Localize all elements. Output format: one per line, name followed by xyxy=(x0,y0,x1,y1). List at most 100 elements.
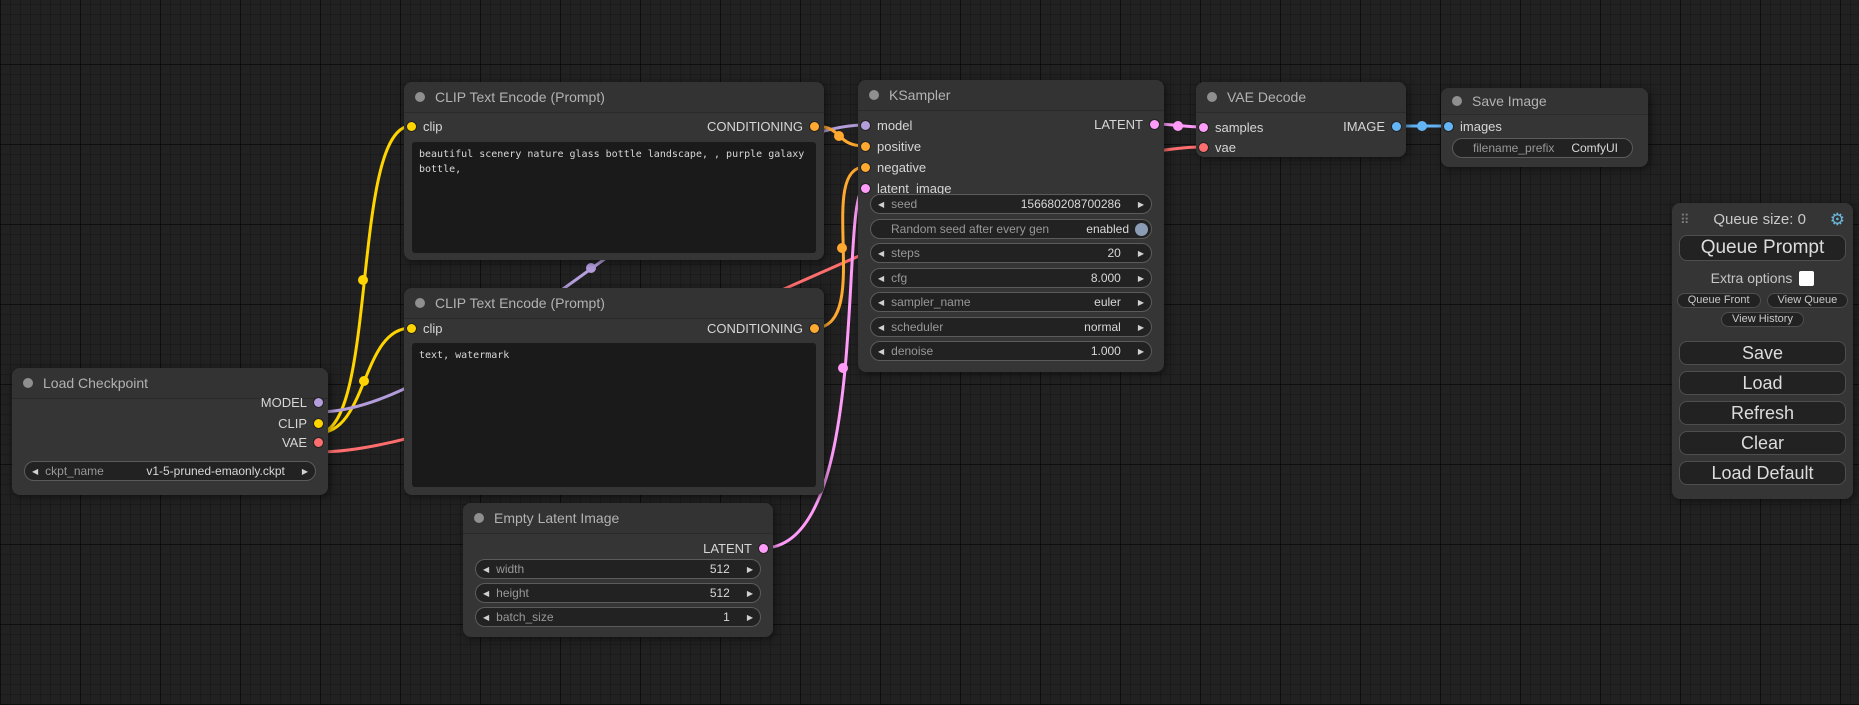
filename-prefix-widget[interactable]: filename_prefix ComfyUI xyxy=(1452,138,1633,158)
widget-value: 20 xyxy=(1107,246,1120,260)
decrement-arrow-icon[interactable]: ◀ xyxy=(871,200,891,209)
input-slot-vae: vae xyxy=(1199,137,1236,157)
slot-label: clip xyxy=(423,321,443,336)
negative-prompt-textarea[interactable]: text, watermark xyxy=(412,343,816,487)
load-default-button[interactable]: Load Default xyxy=(1679,461,1846,485)
vae-port-icon[interactable] xyxy=(1199,143,1208,152)
node-clip-text-encode-negative[interactable]: CLIP Text Encode (Prompt) clip CONDITION… xyxy=(404,288,824,495)
ckpt-name-widget[interactable]: ◀ ckpt_name v1-5-pruned-emaonly.ckpt ▶ xyxy=(24,461,316,481)
link-midpoint-dot xyxy=(1417,121,1427,131)
widget-label: sampler_name xyxy=(891,295,970,309)
image-port-icon[interactable] xyxy=(1444,122,1453,131)
decrement-arrow-icon[interactable]: ◀ xyxy=(476,565,496,574)
cfg-widget[interactable]: ◀ cfg 8.000 ▶ xyxy=(870,268,1152,288)
latent-port-icon[interactable] xyxy=(861,184,870,193)
decrement-arrow-icon[interactable]: ◀ xyxy=(25,467,45,476)
increment-arrow-icon[interactable]: ▶ xyxy=(1131,323,1151,332)
refresh-button[interactable]: Refresh xyxy=(1679,401,1846,425)
widget-label: seed xyxy=(891,197,917,211)
random-seed-toggle[interactable]: Random seed after every gen enabled xyxy=(870,219,1152,239)
extra-options-label: Extra options xyxy=(1711,270,1793,286)
node-title-bar[interactable]: Empty Latent Image xyxy=(463,503,773,534)
decrement-arrow-icon[interactable]: ◀ xyxy=(871,274,891,283)
node-title-bar[interactable]: CLIP Text Encode (Prompt) xyxy=(404,82,824,113)
decrement-arrow-icon[interactable]: ◀ xyxy=(476,589,496,598)
latent-port-icon[interactable] xyxy=(1150,120,1159,129)
clip-port-icon[interactable] xyxy=(407,324,416,333)
conditioning-port-icon[interactable] xyxy=(810,324,819,333)
view-history-button[interactable]: View History xyxy=(1721,312,1804,327)
collapse-dot-icon[interactable] xyxy=(415,92,425,102)
node-ksampler[interactable]: KSampler model positive negative latent_… xyxy=(858,80,1164,372)
collapse-dot-icon[interactable] xyxy=(23,378,33,388)
decrement-arrow-icon[interactable]: ◀ xyxy=(871,249,891,258)
collapse-dot-icon[interactable] xyxy=(474,513,484,523)
decrement-arrow-icon[interactable]: ◀ xyxy=(871,347,891,356)
node-title-bar[interactable]: VAE Decode xyxy=(1196,82,1406,113)
view-queue-button[interactable]: View Queue xyxy=(1767,293,1849,308)
save-button[interactable]: Save xyxy=(1679,341,1846,365)
node-empty-latent-image[interactable]: Empty Latent Image LATENT ◀ width 512 ▶ … xyxy=(463,503,773,637)
load-button[interactable]: Load xyxy=(1679,371,1846,395)
increment-arrow-icon[interactable]: ▶ xyxy=(1131,274,1151,283)
seed-widget[interactable]: ◀ seed 156680208700286 ▶ xyxy=(870,194,1152,214)
widget-label: ckpt_name xyxy=(45,464,104,478)
increment-arrow-icon[interactable]: ▶ xyxy=(1131,347,1151,356)
widget-label: height xyxy=(496,586,529,600)
steps-widget[interactable]: ◀ steps 20 ▶ xyxy=(870,243,1152,263)
sampler-name-widget[interactable]: ◀ sampler_name euler ▶ xyxy=(870,292,1152,312)
node-title-bar[interactable]: Save Image xyxy=(1441,88,1648,115)
image-port-icon[interactable] xyxy=(1392,122,1401,131)
node-vae-decode[interactable]: VAE Decode samples vae IMAGE xyxy=(1196,82,1406,157)
vae-port-icon[interactable] xyxy=(314,438,323,447)
settings-gear-icon[interactable]: ⚙ xyxy=(1830,211,1845,228)
increment-arrow-icon[interactable]: ▶ xyxy=(1131,298,1151,307)
queue-front-button[interactable]: Queue Front xyxy=(1677,293,1761,308)
increment-arrow-icon[interactable]: ▶ xyxy=(1131,200,1151,209)
clear-button[interactable]: Clear xyxy=(1679,431,1846,455)
node-title-bar[interactable]: KSampler xyxy=(858,80,1164,111)
clip-port-icon[interactable] xyxy=(314,419,323,428)
slot-label: IMAGE xyxy=(1343,119,1385,134)
slot-label: clip xyxy=(423,119,443,134)
node-save-image[interactable]: Save Image images filename_prefix ComfyU… xyxy=(1441,88,1648,167)
model-port-icon[interactable] xyxy=(314,398,323,407)
collapse-dot-icon[interactable] xyxy=(869,90,879,100)
increment-arrow-icon[interactable]: ▶ xyxy=(740,613,760,622)
widget-value: 8.000 xyxy=(1091,271,1121,285)
batch-size-widget[interactable]: ◀ batch_size 1 ▶ xyxy=(475,607,761,627)
latent-port-icon[interactable] xyxy=(759,544,768,553)
slot-label: CONDITIONING xyxy=(707,119,803,134)
conditioning-port-icon[interactable] xyxy=(810,122,819,131)
drag-handle-icon[interactable]: ⠿ xyxy=(1680,212,1690,228)
decrement-arrow-icon[interactable]: ◀ xyxy=(476,613,496,622)
toggle-knob-icon[interactable] xyxy=(1135,223,1148,236)
increment-arrow-icon[interactable]: ▶ xyxy=(1131,249,1151,258)
increment-arrow-icon[interactable]: ▶ xyxy=(740,565,760,574)
denoise-widget[interactable]: ◀ denoise 1.000 ▶ xyxy=(870,341,1152,361)
clip-port-icon[interactable] xyxy=(407,122,416,131)
widget-value: ComfyUI xyxy=(1571,141,1618,155)
increment-arrow-icon[interactable]: ▶ xyxy=(295,467,315,476)
decrement-arrow-icon[interactable]: ◀ xyxy=(871,323,891,332)
increment-arrow-icon[interactable]: ▶ xyxy=(740,589,760,598)
decrement-arrow-icon[interactable]: ◀ xyxy=(871,298,891,307)
collapse-dot-icon[interactable] xyxy=(1207,92,1217,102)
collapse-dot-icon[interactable] xyxy=(415,298,425,308)
node-clip-text-encode-positive[interactable]: CLIP Text Encode (Prompt) clip CONDITION… xyxy=(404,82,824,260)
positive-prompt-textarea[interactable]: beautiful scenery nature glass bottle la… xyxy=(412,142,816,253)
width-widget[interactable]: ◀ width 512 ▶ xyxy=(475,559,761,579)
extra-options-checkbox[interactable] xyxy=(1799,271,1814,286)
latent-port-icon[interactable] xyxy=(1199,123,1208,132)
output-slot-latent: LATENT xyxy=(1094,114,1159,134)
collapse-dot-icon[interactable] xyxy=(1452,96,1462,106)
node-title-bar[interactable]: CLIP Text Encode (Prompt) xyxy=(404,288,824,319)
height-widget[interactable]: ◀ height 512 ▶ xyxy=(475,583,761,603)
model-port-icon[interactable] xyxy=(861,121,870,130)
conditioning-port-icon[interactable] xyxy=(861,142,870,151)
conditioning-port-icon[interactable] xyxy=(861,163,870,172)
queue-prompt-button[interactable]: Queue Prompt xyxy=(1679,235,1846,261)
node-load-checkpoint[interactable]: Load Checkpoint MODEL CLIP VAE ◀ ckpt_na… xyxy=(12,368,328,495)
widget-value: euler xyxy=(1094,295,1121,309)
scheduler-widget[interactable]: ◀ scheduler normal ▶ xyxy=(870,317,1152,337)
